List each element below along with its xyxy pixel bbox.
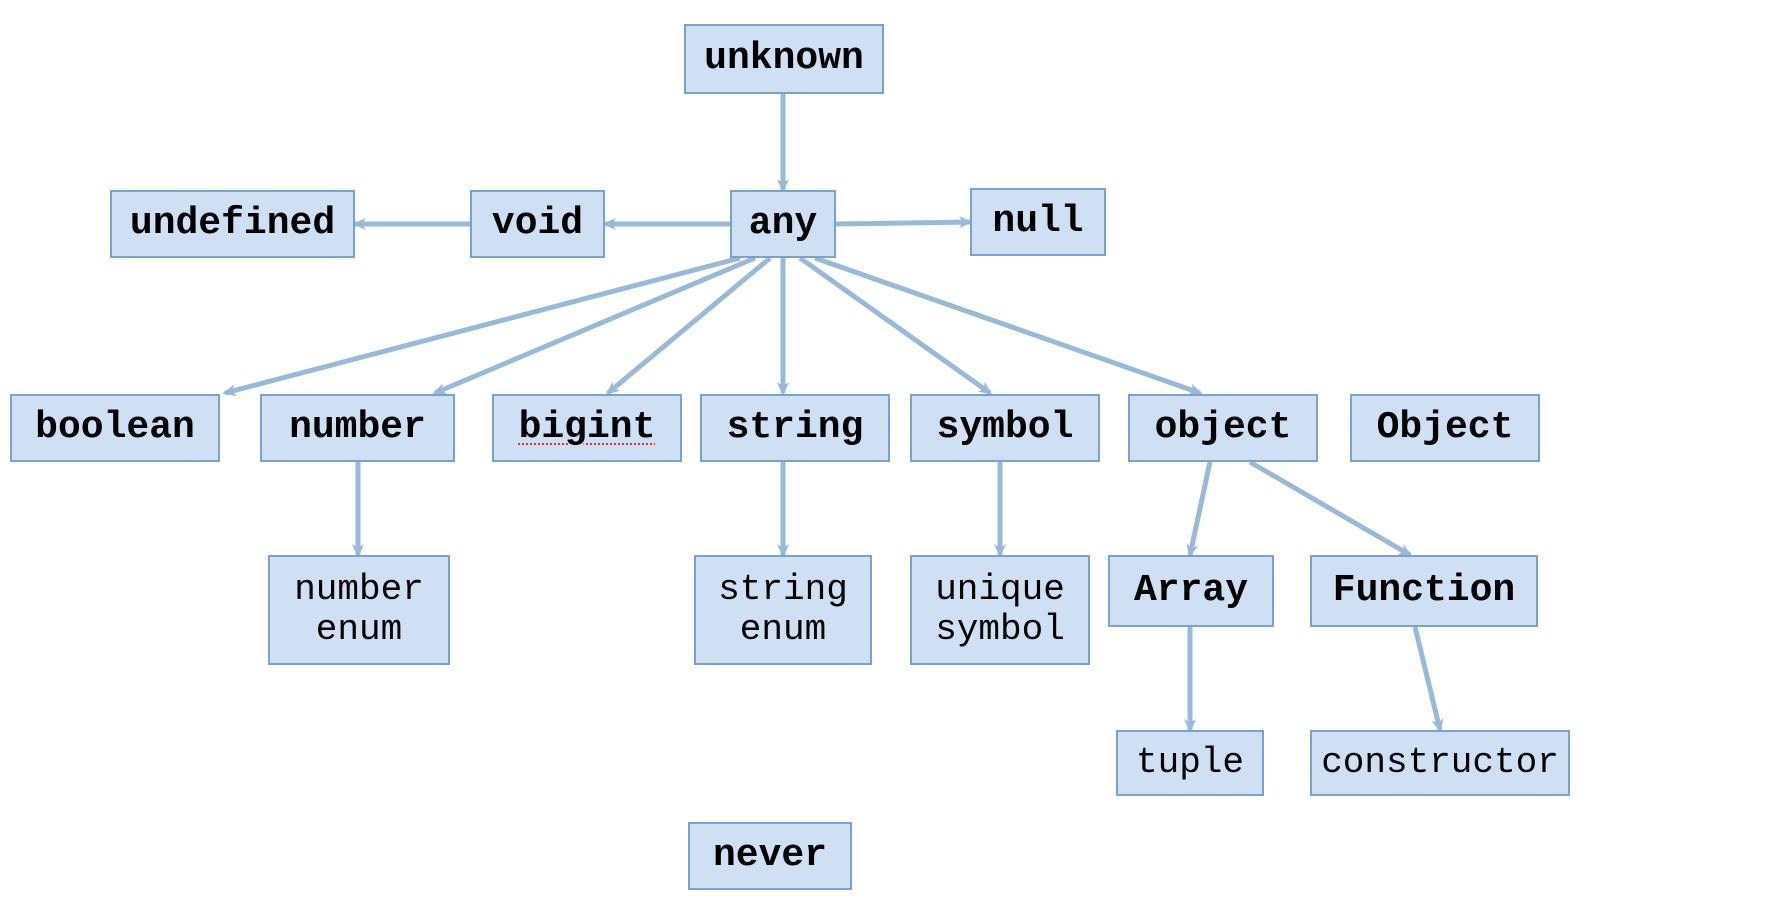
node-object-uc: Object: [1350, 394, 1540, 462]
edge-any-null: [836, 222, 970, 224]
node-function: Function: [1310, 555, 1538, 627]
edge-any-bigint: [608, 258, 770, 393]
node-boolean: boolean: [10, 394, 220, 462]
node-bigint: bigint: [492, 394, 682, 462]
node-symbol: symbol: [910, 394, 1100, 462]
edge-any-number: [435, 258, 755, 393]
type-hierarchy-diagram: unknown undefined void any null boolean …: [0, 0, 1780, 912]
node-void: void: [470, 190, 605, 258]
node-any: any: [730, 190, 836, 258]
node-array: Array: [1108, 555, 1274, 627]
node-string: string: [700, 394, 890, 462]
node-null: null: [970, 188, 1106, 256]
node-unique-symbol: unique symbol: [910, 555, 1090, 665]
node-number-enum: number enum: [268, 555, 450, 665]
node-number: number: [260, 394, 455, 462]
edge-any-symbol: [800, 258, 990, 393]
edge-object-function: [1250, 462, 1410, 555]
edge-function-constructor: [1415, 627, 1440, 730]
edge-any-boolean: [225, 258, 740, 393]
node-constructor: constructor: [1310, 730, 1570, 796]
node-unknown: unknown: [684, 24, 884, 94]
node-tuple: tuple: [1116, 730, 1264, 796]
node-never: never: [688, 822, 852, 890]
node-undefined: undefined: [110, 190, 355, 258]
node-string-enum: string enum: [694, 555, 872, 665]
edge-any-object-lc: [815, 258, 1200, 393]
edge-object-array: [1190, 462, 1210, 555]
node-bigint-label: bigint: [519, 407, 656, 449]
node-object-lc: object: [1128, 394, 1318, 462]
